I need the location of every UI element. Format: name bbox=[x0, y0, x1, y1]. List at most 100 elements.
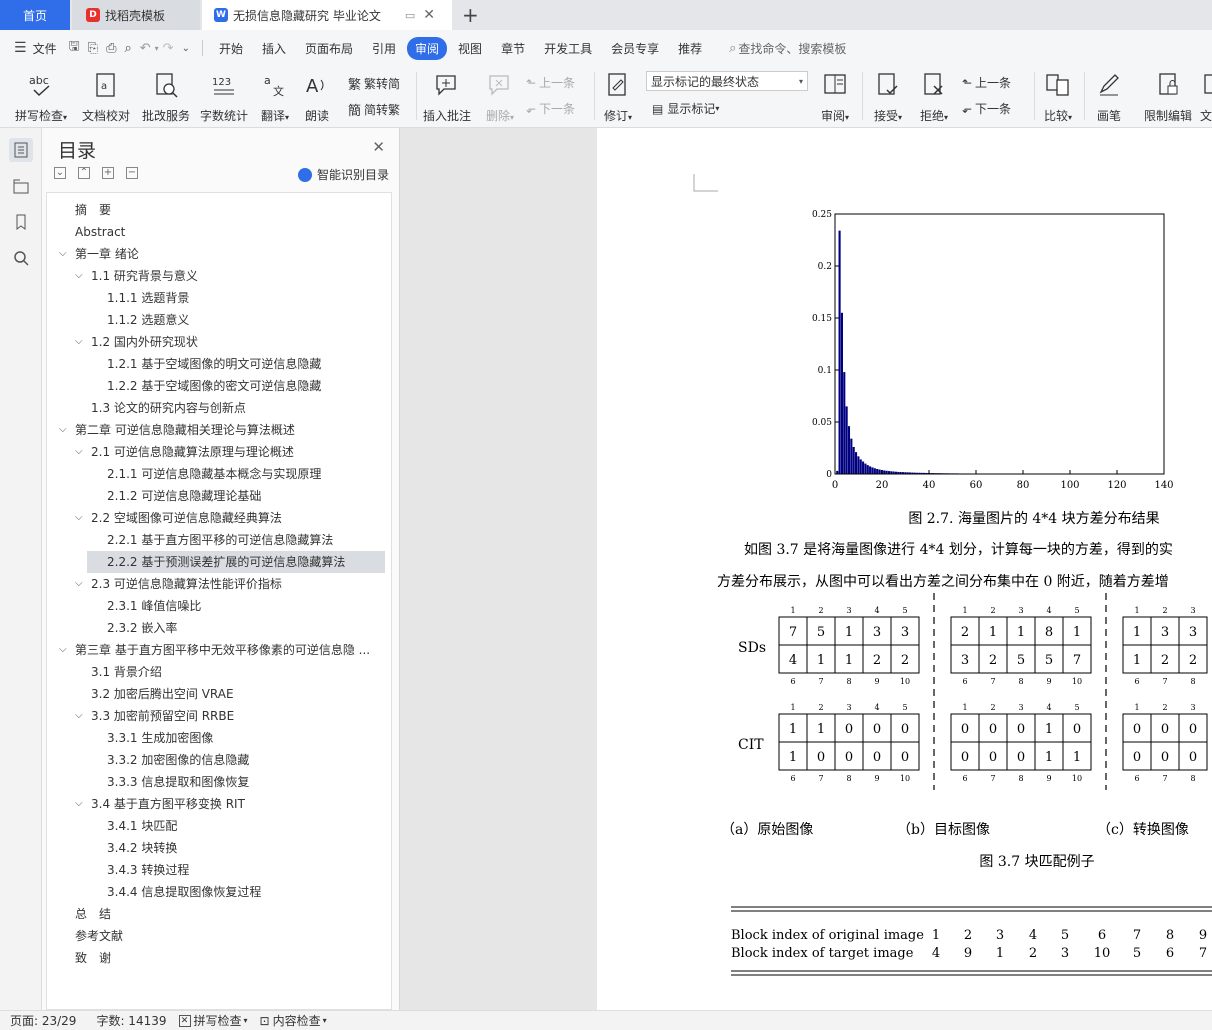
undo-icon[interactable]: ↶ bbox=[140, 41, 151, 56]
pen-button[interactable]: 画笔 bbox=[1092, 70, 1126, 124]
page-indicator[interactable]: 页面: 23/29 bbox=[10, 1012, 76, 1029]
toc-item[interactable]: ⌵ 3.4 基于直方图平移变换 RIT bbox=[47, 793, 391, 815]
toc-item[interactable]: ⌵ 1.2 国内外研究现状 bbox=[47, 331, 391, 353]
expand-chevron-icon[interactable]: ⌵ bbox=[59, 419, 71, 441]
file-menu[interactable]: 文件 bbox=[33, 40, 57, 57]
toc-item[interactable]: 2.3.1 峰值信噪比 bbox=[47, 595, 391, 617]
expand-chevron-icon[interactable]: ⌵ bbox=[75, 705, 87, 727]
insert-comment-button[interactable]: 插入批注 bbox=[420, 70, 474, 124]
toc-item[interactable]: 1.2.2 基于空域图像的密文可逆信息隐藏 bbox=[47, 375, 391, 397]
expand-up-icon[interactable]: ⌃ bbox=[78, 167, 90, 179]
restrict-edit-button[interactable]: 限制编辑 bbox=[1140, 70, 1196, 124]
toc-item[interactable]: 3.2 加密后腾出空间 VRAE bbox=[47, 683, 391, 705]
expand-chevron-icon[interactable]: ⌵ bbox=[59, 243, 71, 265]
more-ribbon-button[interactable]: 文 bbox=[1200, 70, 1212, 124]
document-page[interactable]: 0 20 40 60 80 100 120 140 0 0.05 0.1 0.15 0.2 0.25 图 … bbox=[597, 128, 1212, 1010]
menu-tab-1[interactable]: 插入 bbox=[254, 37, 294, 60]
toc-item[interactable]: 3.4.3 转换过程 bbox=[47, 859, 391, 881]
toc-item[interactable]: 3.4.2 块转换 bbox=[47, 837, 391, 859]
toc-item[interactable]: 3.4.1 块匹配 bbox=[47, 815, 391, 837]
toc-item[interactable]: 2.2.2 基于预测误差扩展的可逆信息隐藏算法 bbox=[87, 551, 385, 573]
compare-button[interactable]: 比较▾ bbox=[1038, 70, 1078, 124]
menu-tab-4[interactable]: 审阅 bbox=[407, 36, 448, 60]
add-heading-icon[interactable]: + bbox=[102, 167, 114, 179]
toc-item[interactable]: 3.3.3 信息提取和图像恢复 bbox=[47, 771, 391, 793]
hamburger-icon[interactable]: ☰ bbox=[14, 40, 27, 56]
content-check-status[interactable]: ⊡ 内容检查 ▾ bbox=[260, 1012, 327, 1029]
expand-chevron-icon[interactable]: ⌵ bbox=[75, 573, 87, 595]
show-markup-button[interactable]: ▤ 显示标记 ▾ bbox=[652, 100, 719, 117]
search-icon[interactable] bbox=[9, 246, 33, 270]
doc-proof-button[interactable]: a 文档校对 bbox=[80, 70, 132, 124]
menu-tab-0[interactable]: 开始 bbox=[211, 37, 251, 60]
reject-button[interactable]: 拒绝▾ bbox=[914, 70, 954, 124]
tab-document[interactable]: W 无损信息隐藏研究 毕业论文 ▭ ✕ bbox=[202, 0, 452, 30]
toc-item[interactable]: 3.1 背景介绍 bbox=[47, 661, 391, 683]
redo-icon[interactable]: ↷ bbox=[163, 41, 174, 56]
toc-toggle-icon[interactable] bbox=[9, 138, 33, 162]
toc-item[interactable]: 1.1.2 选题意义 bbox=[47, 309, 391, 331]
toc-item[interactable]: ⌵ 2.2 空域图像可逆信息隐藏经典算法 bbox=[47, 507, 391, 529]
word-count[interactable]: 字数: 14139 bbox=[96, 1012, 166, 1029]
toc-item[interactable]: 2.3.2 嵌入率 bbox=[47, 617, 391, 639]
toc-item[interactable]: 摘 要 bbox=[47, 199, 391, 221]
bookmark-icon[interactable] bbox=[9, 210, 33, 234]
toc-item[interactable]: ⌵ 2.3 可逆信息隐藏算法性能评价指标 bbox=[47, 573, 391, 595]
toc-item[interactable]: 1.3 论文的研究内容与创新点 bbox=[47, 397, 391, 419]
toc-item[interactable]: Abstract bbox=[47, 221, 391, 243]
expand-chevron-icon[interactable]: ⌵ bbox=[75, 441, 87, 463]
next-change-button[interactable]: ⬐ 下一条 bbox=[962, 100, 1011, 117]
print-preview-icon[interactable]: ⌕ bbox=[124, 41, 131, 56]
word-count-button[interactable]: 123 字数统计 bbox=[198, 70, 250, 124]
toc-item[interactable]: 2.1.1 可逆信息隐藏基本概念与实现原理 bbox=[47, 463, 391, 485]
menu-tab-2[interactable]: 页面布局 bbox=[297, 37, 361, 60]
spell-check-status[interactable]: ✕ 拼写检查 ▾ bbox=[178, 1012, 248, 1029]
expand-chevron-icon[interactable]: ⌵ bbox=[75, 793, 87, 815]
toc-item[interactable]: 3.4.4 信息提取图像恢复过程 bbox=[47, 881, 391, 903]
tab-templates[interactable]: D 找稻壳模板 bbox=[72, 0, 200, 30]
correction-service-button[interactable]: 批改服务 bbox=[140, 70, 192, 124]
export-icon[interactable]: ⎘ bbox=[88, 41, 98, 56]
remove-heading-icon[interactable]: − bbox=[126, 167, 138, 179]
prev-change-button[interactable]: ⬑ 上一条 bbox=[962, 74, 1011, 91]
collapse-all-icon[interactable]: ⌄ bbox=[54, 167, 66, 179]
menu-tab-5[interactable]: 视图 bbox=[450, 37, 490, 60]
menu-tab-9[interactable]: 推荐 bbox=[670, 37, 710, 60]
command-search[interactable]: 查找命令、搜索模板 bbox=[738, 40, 846, 57]
accept-button[interactable]: 接受▾ bbox=[868, 70, 908, 124]
toc-item[interactable]: ⌵ 第二章 可逆信息隐藏相关理论与算法概述 bbox=[47, 419, 391, 441]
print-icon[interactable]: ⎙ bbox=[106, 41, 116, 56]
review-pane-button[interactable]: 审阅▾ bbox=[816, 70, 854, 124]
toc-item[interactable]: ⌵ 第三章 基于直方图平移中无效平移像素的可逆信息隐 ... bbox=[47, 639, 391, 661]
read-aloud-button[interactable]: A 朗读 bbox=[300, 70, 334, 124]
prev-comment-button[interactable]: ⬑ 上一条 bbox=[526, 74, 575, 91]
toc-item[interactable]: ⌵ 第一章 绪论 bbox=[47, 243, 391, 265]
more-quick-icon[interactable]: ⌄ bbox=[182, 43, 190, 54]
expand-chevron-icon[interactable]: ⌵ bbox=[75, 507, 87, 529]
pin-icon[interactable]: ▭ bbox=[405, 9, 415, 22]
toc-item[interactable]: 3.3.2 加密图像的信息隐藏 bbox=[47, 749, 391, 771]
expand-chevron-icon[interactable]: ⌵ bbox=[59, 639, 71, 661]
toc-item[interactable]: ⌵ 3.3 加密前预留空间 RRBE bbox=[47, 705, 391, 727]
chapter-nav-icon[interactable] bbox=[9, 174, 33, 198]
undo-dropdown-icon[interactable]: ▾ bbox=[155, 44, 159, 53]
track-changes-button[interactable]: 修订▾ bbox=[598, 70, 638, 124]
menu-tab-8[interactable]: 会员专享 bbox=[603, 37, 667, 60]
menu-tab-3[interactable]: 引用 bbox=[364, 37, 404, 60]
expand-chevron-icon[interactable]: ⌵ bbox=[75, 265, 87, 287]
simp-to-trad-button[interactable]: 簡简转繁 bbox=[348, 100, 400, 119]
toc-item[interactable]: 总 结 bbox=[47, 903, 391, 925]
toc-item[interactable]: ⌵ 1.1 研究背景与意义 bbox=[47, 265, 391, 287]
toc-item[interactable]: 3.3.1 生成加密图像 bbox=[47, 727, 391, 749]
expand-chevron-icon[interactable]: ⌵ bbox=[75, 331, 87, 353]
smart-toc-button[interactable]: 智能识别目录 bbox=[298, 166, 389, 183]
spell-check-button[interactable]: abc 拼写检查▾ bbox=[10, 70, 72, 124]
close-icon[interactable]: ✕ bbox=[372, 138, 385, 156]
next-comment-button[interactable]: ⬐ 下一条 bbox=[526, 100, 575, 117]
toc-item[interactable]: 致 谢 bbox=[47, 947, 391, 969]
display-state-select[interactable]: 显示标记的最终状态 ▾ bbox=[646, 71, 808, 91]
new-tab-icon[interactable]: + bbox=[462, 3, 479, 27]
toc-item[interactable]: 1.1.1 选题背景 bbox=[47, 287, 391, 309]
translate-button[interactable]: a文 翻译▾ bbox=[256, 70, 294, 124]
delete-comment-button[interactable]: 删除▾ bbox=[480, 70, 520, 124]
